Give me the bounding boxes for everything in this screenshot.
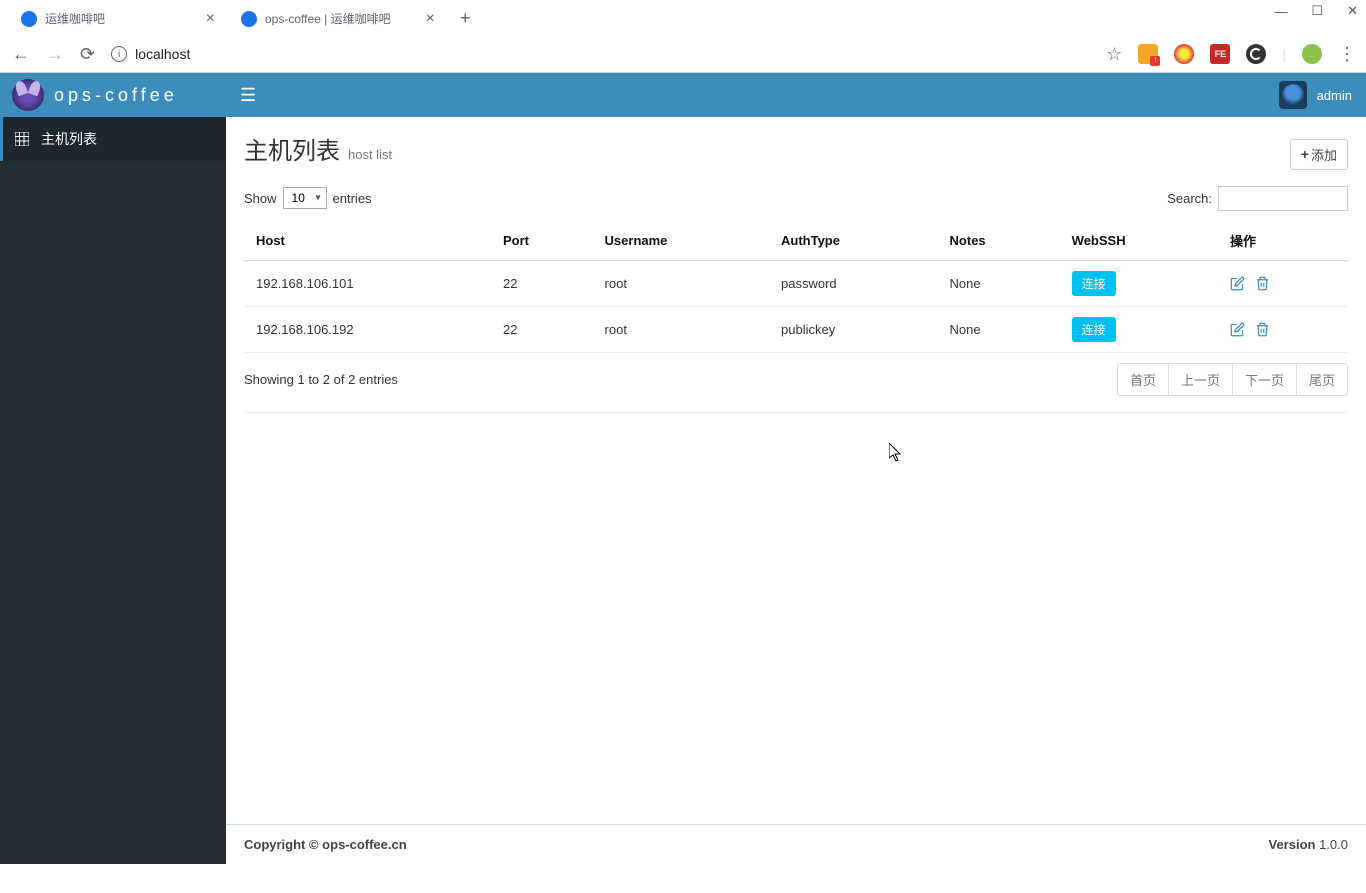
cell-authtype: password: [769, 260, 938, 306]
browser-tab-1[interactable]: 运维咖啡吧 ×: [8, 3, 228, 33]
logo-area[interactable]: ops-coffee: [0, 73, 226, 117]
table-controls: Show 10 entries Search:: [244, 186, 1348, 211]
browser-menu-icon[interactable]: ⋮: [1338, 44, 1354, 65]
sidebar: 主机列表: [0, 117, 226, 864]
pagination: 首页 上一页 下一页 尾页: [1118, 363, 1348, 396]
cell-port: 22: [491, 306, 593, 352]
cell-username: root: [593, 260, 769, 306]
minimize-icon[interactable]: —: [1274, 4, 1287, 19]
sidebar-item-hosts[interactable]: 主机列表: [0, 117, 226, 161]
table-footer: Showing 1 to 2 of 2 entries 首页 上一页 下一页 尾…: [244, 363, 1348, 396]
tab-title: 运维咖啡吧: [45, 10, 105, 27]
sidebar-item-label: 主机列表: [41, 129, 97, 149]
page-first-button[interactable]: 首页: [1117, 363, 1169, 396]
logo-icon: [12, 79, 44, 111]
add-button[interactable]: + 添加: [1290, 139, 1348, 170]
content: 主机列表 host list + 添加 Show 10: [226, 117, 1366, 864]
table-header-row: Host Port Username AuthType Notes WebSSH…: [244, 221, 1348, 261]
browser-toolbar: ← → ⟳ i localhost ☆ ! FE | ⋮: [0, 36, 1366, 72]
col-actions[interactable]: 操作: [1218, 221, 1348, 261]
window-controls: — ☐ ✕: [1274, 0, 1366, 26]
site-info-icon[interactable]: i: [111, 46, 127, 62]
hamburger-icon[interactable]: ☰: [240, 85, 256, 106]
table-row: 192.168.106.101 22 root password None 连接: [244, 260, 1348, 306]
toolbar-right: ☆ ! FE | ⋮: [1106, 44, 1354, 65]
col-authtype[interactable]: AuthType: [769, 221, 938, 261]
cell-host: 192.168.106.101: [244, 260, 491, 306]
table-info: Showing 1 to 2 of 2 entries: [244, 372, 398, 387]
close-window-icon[interactable]: ✕: [1347, 3, 1358, 19]
table-row: 192.168.106.192 22 root publickey None 连…: [244, 306, 1348, 352]
profile-icon[interactable]: [1302, 44, 1322, 64]
new-tab-button[interactable]: +: [448, 8, 483, 29]
user-avatar-icon: [1279, 81, 1307, 109]
add-button-label: 添加: [1311, 145, 1337, 164]
url-text: localhost: [135, 46, 190, 62]
entries-select[interactable]: 10: [283, 187, 327, 209]
app-root: ops-coffee ☰ admin 主机列表 主机列表 hos: [0, 73, 1366, 864]
cell-authtype: publickey: [769, 306, 938, 352]
header-bar: ☰ admin: [226, 81, 1366, 109]
reload-icon[interactable]: ⟳: [80, 44, 95, 65]
divider: [244, 412, 1348, 413]
connect-button[interactable]: 连接: [1072, 271, 1116, 296]
brand-text: ops-coffee: [54, 85, 178, 106]
version: Version 1.0.0: [1268, 837, 1348, 852]
browser-tab-bar: 运维咖啡吧 × ops-coffee | 运维咖啡吧 × + — ☐ ✕: [0, 0, 1366, 36]
copyright: Copyright © ops-coffee.cn: [244, 837, 407, 852]
connect-button[interactable]: 连接: [1072, 317, 1116, 342]
page-title: 主机列表: [244, 131, 340, 166]
col-username[interactable]: Username: [593, 221, 769, 261]
table-icon: [15, 132, 29, 146]
extension-icon[interactable]: [1174, 44, 1194, 64]
cell-port: 22: [491, 260, 593, 306]
app-footer: Copyright © ops-coffee.cn Version 1.0.0: [226, 824, 1366, 864]
col-port[interactable]: Port: [491, 221, 593, 261]
entries-label: entries: [333, 191, 372, 206]
trash-icon[interactable]: [1255, 276, 1270, 291]
cell-notes: None: [938, 260, 1060, 306]
search-input[interactable]: [1218, 186, 1348, 211]
extension-icon[interactable]: FE: [1210, 44, 1230, 64]
tab-close-icon[interactable]: ×: [426, 11, 435, 27]
tab-close-icon[interactable]: ×: [206, 11, 215, 27]
maximize-icon[interactable]: ☐: [1311, 3, 1323, 19]
app-header: ops-coffee ☰ admin: [0, 73, 1366, 117]
app-body: 主机列表 主机列表 host list + 添加 Show: [0, 117, 1366, 864]
tab-favicon-icon: [21, 11, 37, 27]
tab-title: ops-coffee | 运维咖啡吧: [265, 10, 391, 27]
search-area: Search:: [1167, 186, 1348, 211]
page-next-button[interactable]: 下一页: [1232, 363, 1297, 396]
back-icon[interactable]: ←: [12, 44, 30, 65]
show-label: Show: [244, 191, 277, 206]
search-label: Search:: [1167, 191, 1212, 206]
browser-chrome: 运维咖啡吧 × ops-coffee | 运维咖啡吧 × + — ☐ ✕ ← →…: [0, 0, 1366, 73]
page-subtitle: host list: [348, 147, 392, 162]
bookmark-star-icon[interactable]: ☆: [1106, 44, 1122, 65]
browser-tab-2[interactable]: ops-coffee | 运维咖啡吧 ×: [228, 3, 448, 33]
tab-favicon-icon: [241, 11, 257, 27]
edit-icon[interactable]: [1230, 276, 1245, 291]
page-header: 主机列表 host list + 添加: [244, 125, 1348, 186]
extension-icon[interactable]: !: [1138, 44, 1158, 64]
cell-host: 192.168.106.192: [244, 306, 491, 352]
col-notes[interactable]: Notes: [938, 221, 1060, 261]
cell-notes: None: [938, 306, 1060, 352]
edit-icon[interactable]: [1230, 322, 1245, 337]
extension-icon[interactable]: [1246, 44, 1266, 64]
hosts-table: Host Port Username AuthType Notes WebSSH…: [244, 221, 1348, 353]
col-host[interactable]: Host: [244, 221, 491, 261]
trash-icon[interactable]: [1255, 322, 1270, 337]
forward-icon[interactable]: →: [46, 44, 64, 65]
page-last-button[interactable]: 尾页: [1296, 363, 1348, 396]
user-name: admin: [1317, 88, 1352, 103]
user-menu[interactable]: admin: [1279, 81, 1352, 109]
address-bar[interactable]: i localhost: [111, 46, 1090, 62]
plus-icon: +: [1301, 146, 1309, 162]
show-entries: Show 10 entries: [244, 187, 372, 209]
col-webssh[interactable]: WebSSH: [1060, 221, 1218, 261]
cell-username: root: [593, 306, 769, 352]
content-inner: 主机列表 host list + 添加 Show 10: [226, 117, 1366, 824]
page-prev-button[interactable]: 上一页: [1168, 363, 1233, 396]
